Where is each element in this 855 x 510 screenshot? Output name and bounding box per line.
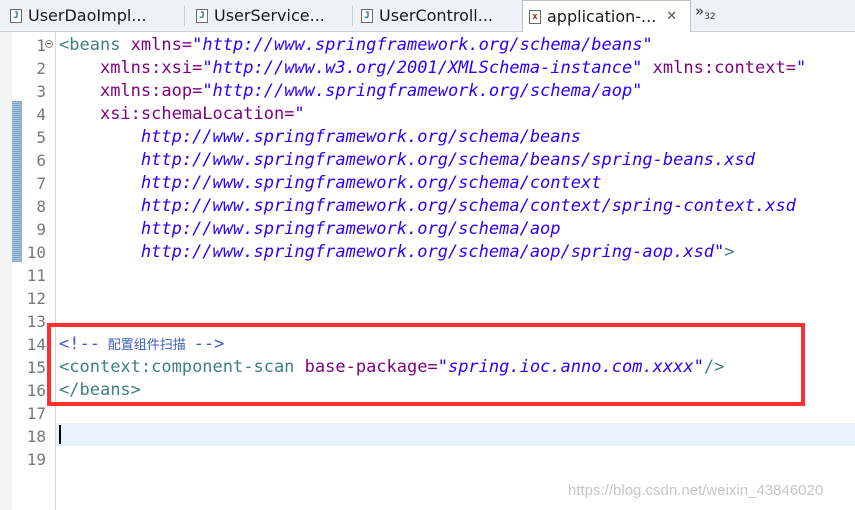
red-highlight-box bbox=[47, 323, 805, 406]
line-number: 3 bbox=[36, 82, 46, 101]
quick-diff-change-marker bbox=[12, 101, 22, 262]
line-number: 8 bbox=[36, 197, 46, 216]
xml-editor[interactable]: 1 2 3 4 5 6 7 8 9 10 11 12 13 14 15 16 1… bbox=[0, 32, 855, 510]
code-line-10: http://www.springframework.org/schema/ao… bbox=[140, 242, 735, 262]
tab-label: application-... bbox=[547, 7, 657, 26]
line-number: 9 bbox=[36, 220, 46, 239]
line-number: 18 bbox=[26, 427, 46, 446]
code-line-4: xsi:schemaLocation=" bbox=[99, 104, 305, 124]
text-caret bbox=[59, 425, 61, 444]
line-number: 4 bbox=[36, 105, 46, 124]
line-number: 16 bbox=[26, 381, 46, 400]
line-number: 14 bbox=[26, 335, 46, 354]
chevron-double-right-icon: » bbox=[695, 2, 705, 20]
xml-file-icon: x bbox=[529, 9, 541, 24]
code-line-3: xmlns:aop="http://www.springframework.or… bbox=[99, 81, 643, 101]
tab-label: UserDaoImpl... bbox=[28, 6, 147, 25]
line-number: 12 bbox=[26, 289, 46, 308]
current-line-highlight bbox=[56, 423, 855, 446]
line-number: 1 bbox=[36, 36, 46, 55]
tab-label: UserService... bbox=[214, 6, 325, 25]
code-line-5: http://www.springframework.org/schema/be… bbox=[140, 127, 581, 147]
line-number: 5 bbox=[36, 128, 46, 147]
line-number: 19 bbox=[26, 450, 46, 469]
line-number: 10 bbox=[26, 243, 46, 262]
line-number: 2 bbox=[36, 59, 46, 78]
tab-userservice[interactable]: J UserService... bbox=[190, 0, 350, 31]
editor-tab-bar: J UserDaoImpl... J UserService... J User… bbox=[0, 0, 855, 32]
code-line-2: xmlns:xsi="http://www.w3.org/2001/XMLSch… bbox=[99, 58, 807, 78]
line-number: 11 bbox=[26, 266, 46, 285]
tab-overflow-button[interactable]: »32 bbox=[695, 2, 716, 22]
line-number: 17 bbox=[26, 404, 46, 423]
line-number: 7 bbox=[36, 174, 46, 193]
java-file-icon: J bbox=[196, 8, 208, 23]
code-line-1: <beans xmlns="http://www.springframework… bbox=[59, 35, 653, 55]
fold-collapse-icon[interactable] bbox=[45, 40, 53, 48]
code-line-8: http://www.springframework.org/schema/co… bbox=[140, 196, 796, 216]
tab-separator bbox=[184, 6, 185, 26]
line-number: 15 bbox=[26, 358, 46, 377]
line-number: 13 bbox=[26, 312, 46, 331]
tab-separator bbox=[352, 6, 353, 26]
code-line-7: http://www.springframework.org/schema/co… bbox=[140, 173, 602, 193]
java-file-icon: J bbox=[10, 8, 22, 23]
line-number: 6 bbox=[36, 151, 46, 170]
tab-application-xml[interactable]: x application-... ✕ bbox=[522, 0, 691, 32]
code-line-6: http://www.springframework.org/schema/be… bbox=[140, 150, 755, 170]
hidden-tab-count: 32 bbox=[704, 12, 716, 22]
tab-label: UserControll... bbox=[379, 6, 494, 25]
code-line-9: http://www.springframework.org/schema/ao… bbox=[140, 219, 561, 239]
tab-userdaoimpl[interactable]: J UserDaoImpl... bbox=[4, 0, 172, 31]
close-icon[interactable]: ✕ bbox=[666, 9, 677, 24]
watermark: https://blog.csdn.net/weixin_43846020 bbox=[568, 482, 824, 499]
java-file-icon: J bbox=[361, 8, 373, 23]
tab-usercontroller[interactable]: J UserControll... bbox=[355, 0, 520, 31]
annotation-ruler bbox=[0, 32, 12, 510]
